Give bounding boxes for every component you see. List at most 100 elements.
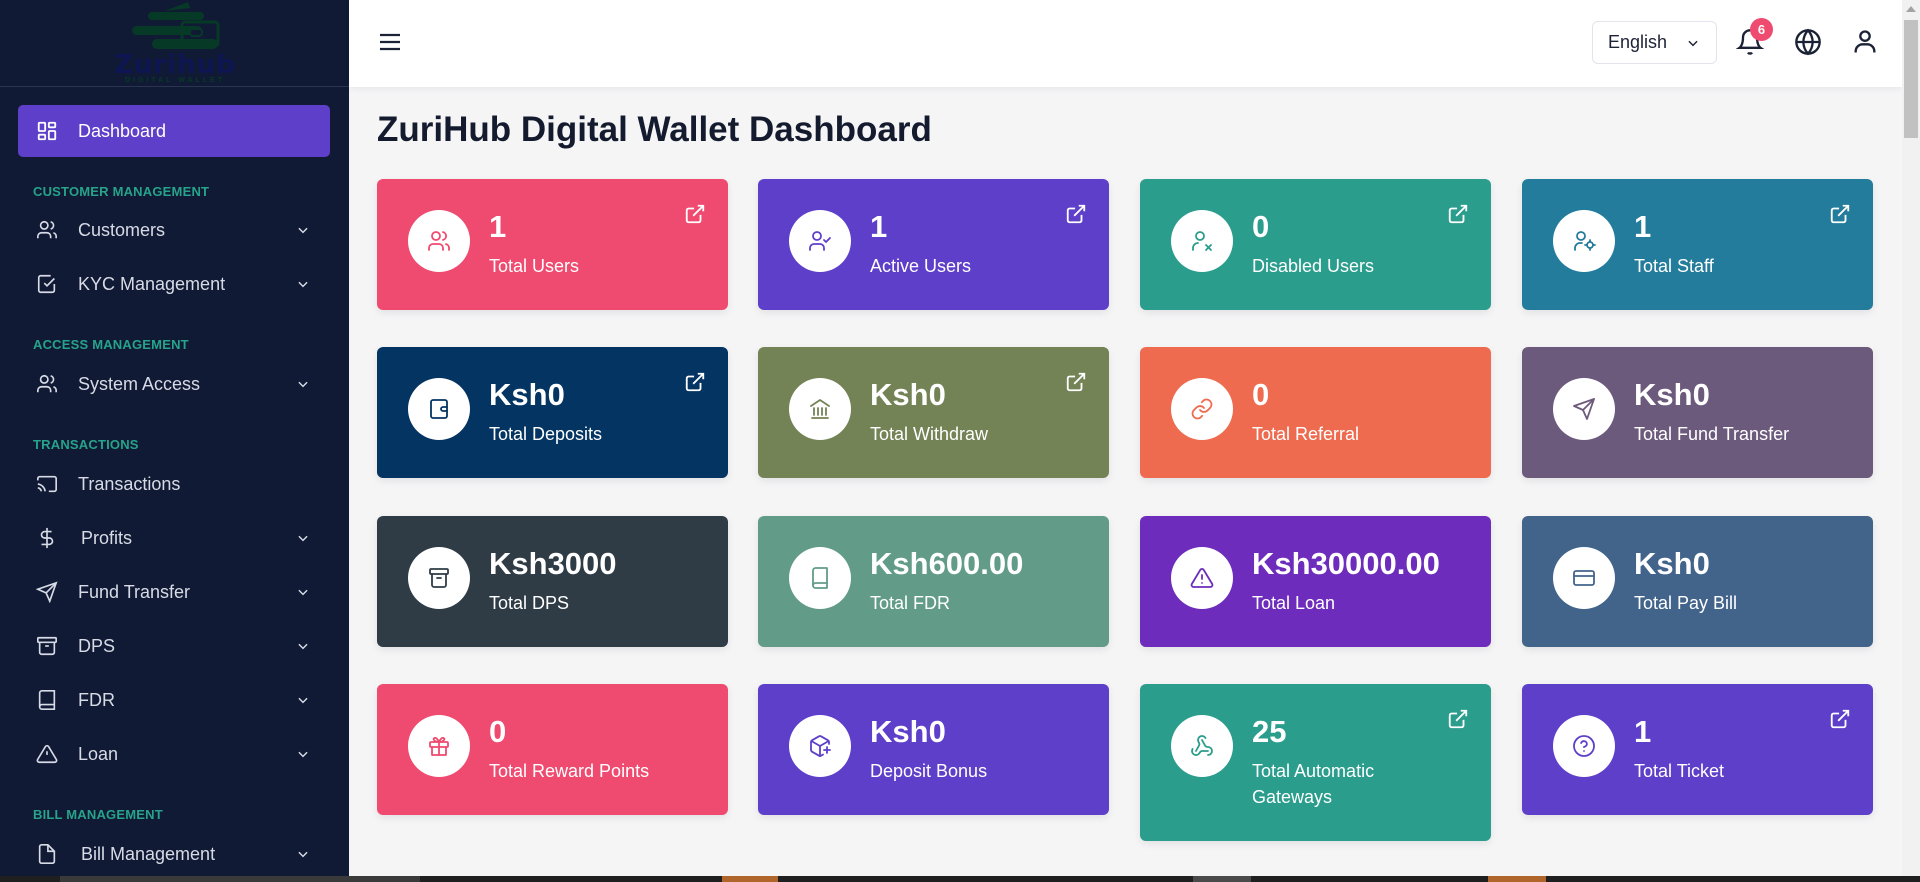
stat-icon-circle bbox=[1553, 210, 1615, 272]
stat-icon-circle bbox=[789, 547, 851, 609]
external-link-icon[interactable] bbox=[1065, 203, 1087, 225]
stat-value: 0 bbox=[489, 714, 507, 749]
stat-card-deposit-bonus[interactable]: Ksh0 Deposit Bonus bbox=[758, 684, 1109, 815]
stat-icon-circle bbox=[408, 378, 470, 440]
stat-label: Deposit Bonus bbox=[870, 761, 988, 781]
stat-card-total-automatic-gateways[interactable]: 25 Total Automatic Gateways bbox=[1140, 684, 1491, 841]
sidebar-item-label: Loan bbox=[78, 743, 119, 764]
external-link-icon[interactable] bbox=[684, 203, 706, 225]
stat-value: Ksh0 bbox=[489, 377, 565, 412]
external-link-icon[interactable] bbox=[1065, 371, 1087, 393]
chevron-down-icon bbox=[298, 697, 308, 704]
stat-value: Ksh0 bbox=[1634, 377, 1710, 412]
stat-card-disabled-users[interactable]: 0 Disabled Users bbox=[1140, 179, 1491, 310]
sidebar-item-loan[interactable]: Loan bbox=[18, 732, 330, 776]
stat-card-total-fdr[interactable]: Ksh600.00 Total FDR bbox=[758, 516, 1109, 647]
user-check-icon bbox=[809, 231, 831, 251]
dollar-icon bbox=[40, 527, 54, 549]
sidebar: Zurihub DIGITAL WALLET Dashboard CUSTOME… bbox=[0, 0, 349, 876]
external-link-icon[interactable] bbox=[1447, 708, 1469, 730]
sidebar-item-label: DPS bbox=[78, 635, 116, 656]
users-icon bbox=[37, 220, 57, 239]
external-link-icon[interactable] bbox=[1829, 708, 1851, 730]
stat-value: Ksh30000.00 bbox=[1252, 546, 1440, 581]
stat-icon-circle bbox=[789, 715, 851, 777]
menu-icon[interactable] bbox=[379, 32, 401, 52]
send-icon bbox=[36, 581, 58, 603]
stat-card-total-fund-transfer[interactable]: Ksh0 Total Fund Transfer bbox=[1522, 347, 1873, 478]
stat-icon-circle bbox=[1553, 715, 1615, 777]
stat-value: 1 bbox=[489, 209, 507, 244]
scroll-up-arrow-icon[interactable] bbox=[1906, 6, 1916, 12]
stat-label: Total Pay Bill bbox=[1634, 593, 1738, 613]
external-link-icon[interactable] bbox=[1447, 203, 1469, 225]
stat-value: Ksh3000 bbox=[489, 546, 617, 581]
sidebar-item-profits[interactable]: Profits bbox=[18, 516, 330, 560]
stat-card-total-referral[interactable]: 0 Total Referral bbox=[1140, 347, 1491, 478]
external-link-icon[interactable] bbox=[684, 371, 706, 393]
sidebar-item-label: Bill Management bbox=[81, 843, 216, 864]
book-icon bbox=[38, 690, 56, 710]
chevron-down-icon bbox=[298, 851, 308, 858]
stat-card-total-deposits[interactable]: Ksh0 Total Deposits bbox=[377, 347, 728, 478]
stat-card-total-dps[interactable]: Ksh3000 Total DPS bbox=[377, 516, 728, 647]
language-select[interactable]: English bbox=[1592, 21, 1717, 64]
taskbar-segment bbox=[722, 876, 778, 882]
stat-value: 1 bbox=[1634, 209, 1652, 244]
sidebar-item-dps[interactable]: DPS bbox=[18, 624, 330, 668]
sidebar-item-fund-transfer[interactable]: Fund Transfer bbox=[18, 570, 330, 614]
sidebar-item-customers[interactable]: Customers bbox=[18, 208, 330, 252]
webhook-icon bbox=[1191, 735, 1213, 756]
brand-logo[interactable]: Zurihub DIGITAL WALLET bbox=[0, 0, 349, 87]
stat-card-total-ticket[interactable]: 1 Total Ticket bbox=[1522, 684, 1873, 815]
stat-value: 0 bbox=[1252, 209, 1270, 244]
stat-label: Total Users bbox=[489, 256, 580, 276]
section-transactions: TRANSACTIONS bbox=[33, 437, 139, 452]
chevron-down-icon bbox=[1688, 40, 1698, 47]
sidebar-item-dashboard[interactable]: Dashboard bbox=[18, 105, 330, 157]
archive-icon bbox=[37, 636, 57, 656]
stat-card-active-users[interactable]: 1 Active Users bbox=[758, 179, 1109, 310]
stat-card-total-staff[interactable]: 1 Total Staff bbox=[1522, 179, 1873, 310]
section-customer-management: CUSTOMER MANAGEMENT bbox=[33, 184, 210, 199]
sidebar-item-fdr[interactable]: FDR bbox=[18, 678, 330, 722]
scrollbar-thumb[interactable] bbox=[1904, 20, 1918, 138]
stat-label: Total Staff bbox=[1634, 256, 1714, 276]
chevron-down-icon bbox=[298, 643, 308, 650]
users-icon bbox=[428, 231, 450, 251]
sidebar-item-label: System Access bbox=[78, 373, 201, 394]
section-bill-management: BILL MANAGEMENT bbox=[33, 807, 163, 822]
stat-value: 25 bbox=[1252, 714, 1287, 749]
globe-icon[interactable] bbox=[1794, 28, 1822, 56]
stat-icon-circle bbox=[408, 715, 470, 777]
stat-card-total-reward-points[interactable]: 0 Total Reward Points bbox=[377, 684, 728, 815]
chevron-down-icon bbox=[298, 589, 308, 596]
stat-value: Ksh0 bbox=[1634, 546, 1710, 581]
stat-card-total-withdraw[interactable]: Ksh0 Total Withdraw bbox=[758, 347, 1109, 478]
sidebar-item-label: Dashboard bbox=[78, 120, 167, 141]
user-icon[interactable] bbox=[1851, 28, 1879, 56]
stat-label: Total Reward Points bbox=[489, 761, 650, 781]
stat-icon-circle bbox=[789, 210, 851, 272]
stat-icon-circle bbox=[1553, 378, 1615, 440]
sidebar-item-transactions[interactable]: Transactions bbox=[18, 462, 330, 506]
package-plus-icon bbox=[810, 735, 831, 757]
stat-value: 0 bbox=[1252, 377, 1270, 412]
sidebar-item-kyc-management[interactable]: KYC Management bbox=[18, 262, 330, 306]
chevron-down-icon bbox=[298, 751, 308, 758]
chevron-down-icon bbox=[298, 281, 308, 288]
sidebar-item-bill-management[interactable]: Bill Management bbox=[18, 832, 330, 876]
help-circle-icon bbox=[1573, 735, 1595, 757]
stat-icon-circle bbox=[1171, 547, 1233, 609]
taskbar-strip bbox=[0, 876, 1920, 882]
stat-card-total-pay-bill[interactable]: Ksh0 Total Pay Bill bbox=[1522, 516, 1873, 647]
page-scrollbar[interactable] bbox=[1902, 0, 1920, 876]
sidebar-item-label: FDR bbox=[78, 689, 115, 710]
stat-label: Disabled Users bbox=[1252, 256, 1375, 276]
stat-icon-circle bbox=[1171, 378, 1233, 440]
sidebar-item-system-access[interactable]: System Access bbox=[18, 362, 330, 406]
stat-card-total-users[interactable]: 1 Total Users bbox=[377, 179, 728, 310]
stat-card-total-loan[interactable]: Ksh30000.00 Total Loan bbox=[1140, 516, 1491, 647]
sidebar-item-label: KYC Management bbox=[78, 273, 226, 294]
external-link-icon[interactable] bbox=[1829, 203, 1851, 225]
